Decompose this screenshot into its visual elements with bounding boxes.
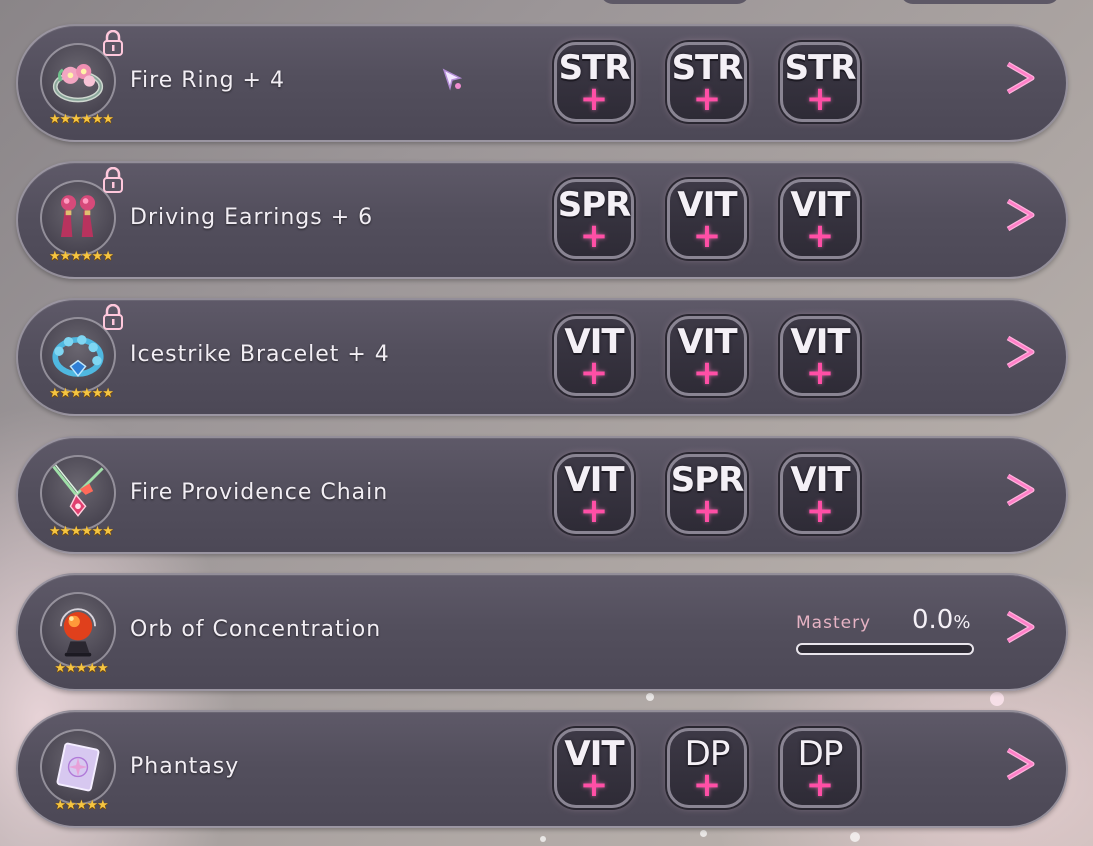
chevron-right-icon[interactable] [1002,332,1038,372]
equipment-row-fire-providence-chain[interactable]: ★★★★★★ Fire Providence Chain VIT + SPR +… [16,436,1068,554]
mastery-progress-bar [796,643,974,655]
previous-row-remnant [600,0,750,4]
equipment-row-icestrike-bracelet[interactable]: ★★★★★★ Icestrike Bracelet + 4 VIT + VIT … [16,298,1068,416]
stat-slot[interactable]: VIT + [667,179,747,259]
item-name: Orb of Concentration [130,617,382,642]
item-name: Icestrike Bracelet + 4 [130,342,390,367]
stat-slot[interactable]: VIT + [667,316,747,396]
background-sparkle [700,830,707,837]
chevron-right-icon[interactable] [1002,58,1038,98]
item-name: Fire Providence Chain [130,480,389,505]
lock-icon[interactable] [102,30,124,56]
equipment-row-orb-of-concentration[interactable]: ★★★★★ Orb of Concentration Mastery 0.0% [16,573,1068,691]
rarity-stars: ★★★★★★ [49,249,114,264]
mastery-value: 0.0% [912,605,970,635]
lock-icon[interactable] [102,167,124,193]
equipment-row-driving-earrings[interactable]: ★★★★★★ Driving Earrings + 6 SPR + VIT + … [16,161,1068,279]
stat-slot[interactable]: SPR + [554,179,634,259]
cursor-icon [442,68,463,91]
chevron-right-icon[interactable] [1002,470,1038,510]
orb-icon [40,592,116,668]
mastery-unit: % [953,612,971,633]
stat-slot[interactable]: STR + [780,42,860,122]
stat-slot[interactable]: SPR + [667,454,747,534]
stat-slot[interactable]: VIT + [780,179,860,259]
background-sparkle [850,832,860,842]
stat-slot[interactable]: VIT + [554,454,634,534]
plus-icon: + [805,765,835,805]
rarity-stars: ★★★★★★ [49,112,114,127]
background-sparkle [646,693,654,701]
stat-slot[interactable]: DP + [667,728,747,808]
chain-icon [40,455,116,531]
magic-card-icon [40,729,116,805]
equipment-row-phantasy[interactable]: ★★★★★ Phantasy VIT + DP + DP + [16,710,1068,828]
lock-icon[interactable] [102,304,124,330]
rarity-stars: ★★★★★★ [49,524,114,539]
item-name: Driving Earrings + 6 [130,205,374,230]
background-sparkle [540,836,546,842]
stat-slot[interactable]: DP + [780,728,860,808]
mastery-number: 0.0 [912,605,954,635]
item-name: Fire Ring + 4 [130,68,285,93]
plus-icon: + [692,765,722,805]
rarity-stars: ★★★★★ [54,798,108,813]
mastery-label: Mastery [796,613,872,633]
previous-row-remnant [900,0,1060,4]
stat-slot[interactable]: STR + [554,42,634,122]
chevron-right-icon[interactable] [1002,195,1038,235]
rarity-stars: ★★★★★★ [49,386,114,401]
rarity-stars: ★★★★★ [54,661,108,676]
stat-slot[interactable]: STR + [667,42,747,122]
stat-slot[interactable]: VIT + [554,728,634,808]
item-name: Phantasy [130,754,240,779]
background-sparkle [990,692,1004,706]
stat-slot[interactable]: VIT + [780,454,860,534]
stat-slot[interactable]: VIT + [780,316,860,396]
equipment-row-fire-ring[interactable]: ★★★★★★ Fire Ring + 4 STR + STR + STR + [16,24,1068,142]
chevron-right-icon[interactable] [1002,744,1038,784]
chevron-right-icon[interactable] [1002,607,1038,647]
stat-slot[interactable]: VIT + [554,316,634,396]
